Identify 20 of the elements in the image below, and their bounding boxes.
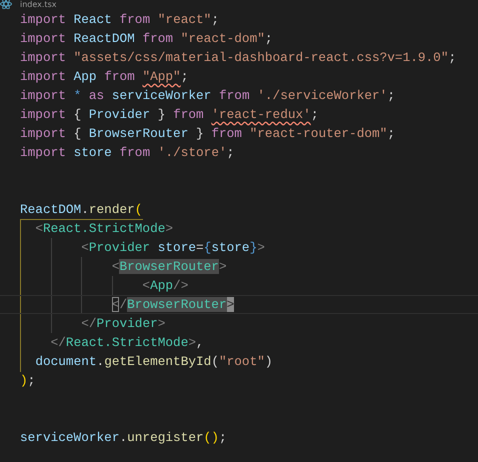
code-line: </Provider> xyxy=(80,316,166,330)
code-line: ReactDOM.render( xyxy=(20,202,142,216)
code-line: import store from './store'; xyxy=(20,144,234,160)
code-line: serviceWorker.unregister(); xyxy=(20,430,227,444)
code-line: ); xyxy=(20,372,36,388)
tab-title[interactable]: index.tsx xyxy=(20,0,56,9)
code-line: </React.StrictMode>, xyxy=(50,334,204,350)
code-line: <App/> xyxy=(141,278,188,292)
code-line: import React from "react"; xyxy=(20,12,219,26)
code-line: <BrowserRouter> xyxy=(110,258,227,274)
code-line: document.getElementById("root") xyxy=(34,354,273,368)
code-line: import App from "App"; xyxy=(20,68,188,84)
code-line: <Provider store={store}> xyxy=(80,240,265,254)
code-line: import { Provider } from 'react-redux'; xyxy=(20,106,318,122)
code-line: import ReactDOM from "react-dom"; xyxy=(20,30,273,46)
code-line: import "assets/css/material-dashboard-react.css?v=1.9.0"; xyxy=(20,50,456,64)
code-line: <React.StrictMode> xyxy=(34,220,174,236)
code-line: import { BrowserRouter } from "react-router-dom"; xyxy=(20,126,395,140)
code-line: import * as serviceWorker from './serviceWorker'; xyxy=(20,88,395,102)
atom-icon xyxy=(0,0,12,9)
